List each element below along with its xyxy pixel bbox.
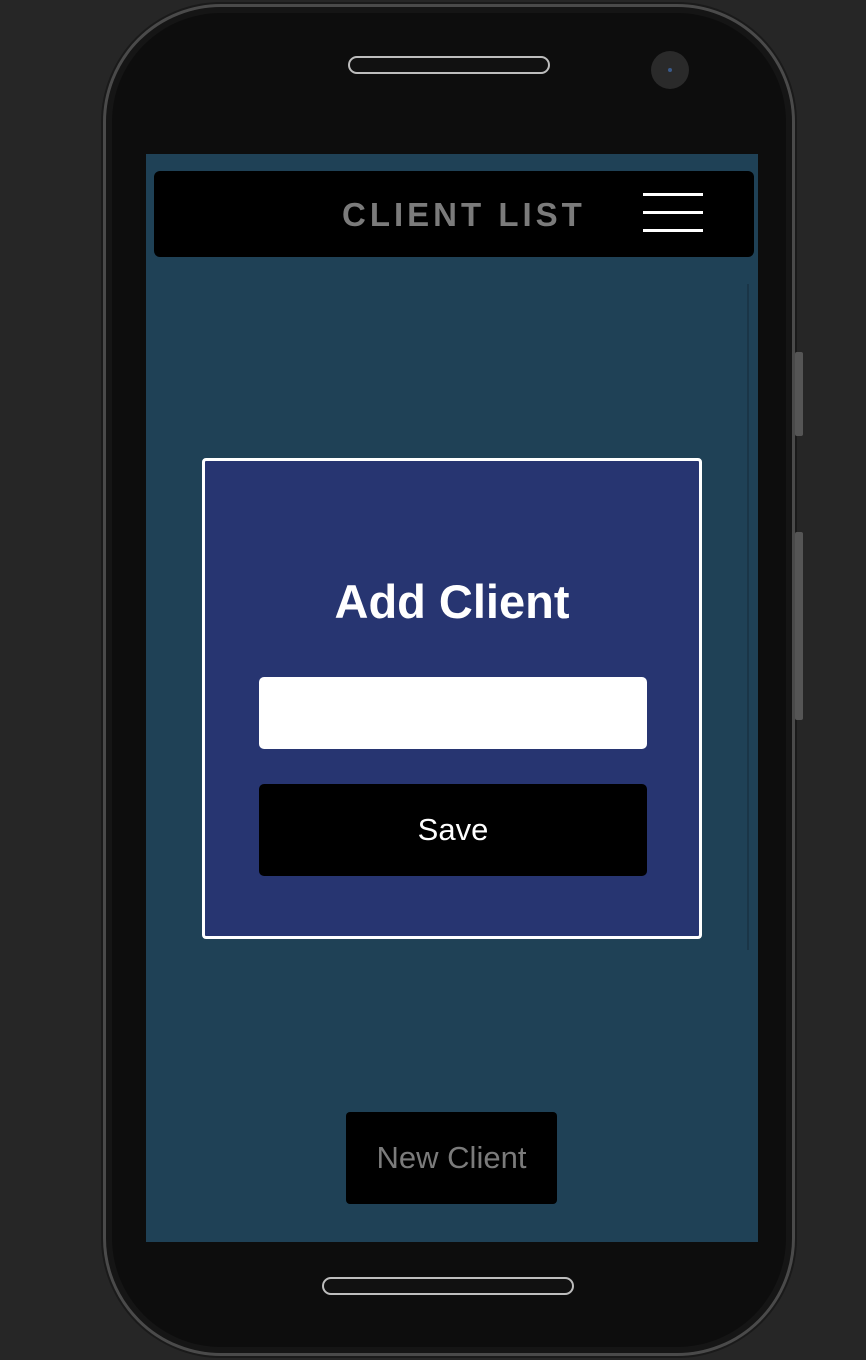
hamburger-menu-icon[interactable] [643, 193, 705, 233]
bottom-speaker [322, 1277, 574, 1295]
front-camera [651, 51, 689, 89]
add-client-modal: Add Client Save [202, 458, 702, 939]
navbar: CLIENT LIST [154, 171, 754, 257]
app-screen: CLIENT LIST Add Client Save New Client [146, 154, 758, 1242]
scrollbar-track [747, 284, 749, 950]
client-name-input[interactable] [259, 677, 647, 749]
earpiece-speaker [348, 56, 550, 74]
new-client-button[interactable]: New Client [346, 1112, 557, 1204]
modal-title: Add Client [334, 575, 570, 628]
nav-title: CLIENT LIST [342, 196, 586, 233]
save-button[interactable]: Save [259, 784, 647, 876]
power-button [795, 532, 803, 720]
volume-button [795, 352, 803, 436]
